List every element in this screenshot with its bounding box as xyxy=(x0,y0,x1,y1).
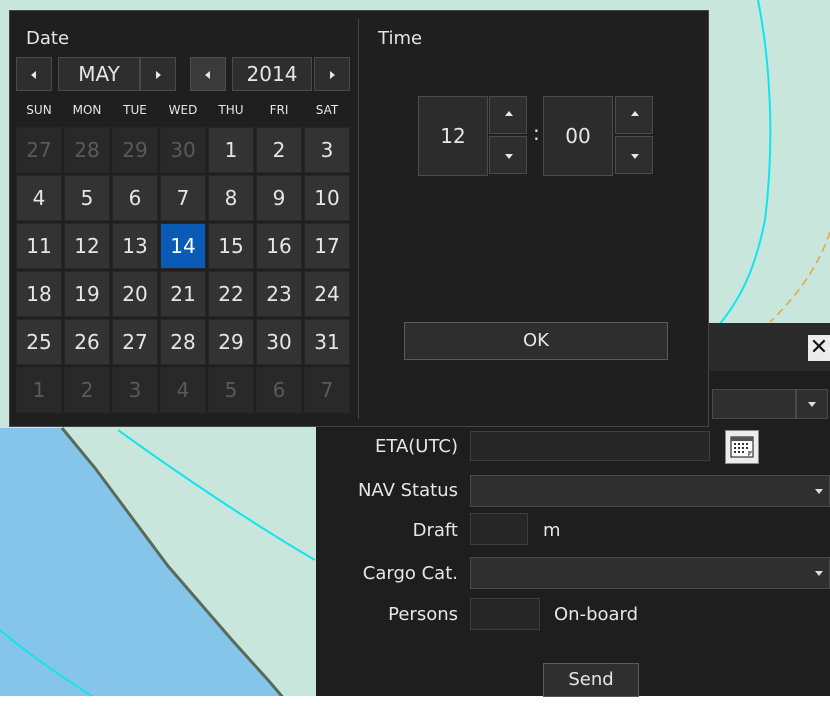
calendar-day[interactable]: 3 xyxy=(304,127,350,173)
arrow-up-icon xyxy=(505,111,513,116)
close-icon[interactable]: ✕ xyxy=(808,335,830,361)
calendar-day[interactable]: 17 xyxy=(304,223,350,269)
calendar-day-outside: 6 xyxy=(256,367,302,413)
draft-unit: m xyxy=(543,520,561,541)
date-title: Date xyxy=(26,28,70,49)
calendar-day-outside: 27 xyxy=(16,127,62,173)
calendar-day[interactable]: 19 xyxy=(64,271,110,317)
calendar-day[interactable]: 5 xyxy=(64,175,110,221)
cargo-cat-combo[interactable] xyxy=(470,557,830,589)
calendar-day[interactable]: 8 xyxy=(208,175,254,221)
calendar-day[interactable]: 4 xyxy=(16,175,62,221)
minute-down-button[interactable] xyxy=(615,136,653,174)
destination-dropdown-button[interactable] xyxy=(796,389,828,419)
weekday-thu: THU xyxy=(218,103,244,117)
calendar-day-outside: 7 xyxy=(304,367,350,413)
persons-unit: On-board xyxy=(554,604,639,625)
ok-button[interactable]: OK xyxy=(404,322,668,360)
arrow-right-icon xyxy=(156,71,161,79)
arrow-down-icon xyxy=(631,154,639,159)
calendar-day[interactable]: 6 xyxy=(112,175,158,221)
send-button[interactable]: Send xyxy=(543,663,639,697)
calendar-day[interactable]: 7 xyxy=(160,175,206,221)
calendar-day-outside: 4 xyxy=(160,367,206,413)
calendar-day[interactable]: 22 xyxy=(208,271,254,317)
year-value: 2014 xyxy=(232,57,312,91)
hour-value[interactable]: 12 xyxy=(418,96,488,176)
calendar-day[interactable]: 16 xyxy=(256,223,302,269)
nav-status-combo[interactable] xyxy=(470,475,830,507)
destination-combo[interactable] xyxy=(712,389,796,419)
calendar-day[interactable]: 27 xyxy=(112,319,158,365)
calendar-day-outside: 30 xyxy=(160,127,206,173)
calendar-day-outside: 29 xyxy=(112,127,158,173)
weekday-fri: FRI xyxy=(269,103,289,117)
calendar-day-outside: 28 xyxy=(64,127,110,173)
prev-year-button[interactable] xyxy=(190,57,226,91)
draft-label: Draft xyxy=(412,520,458,541)
prev-month-button[interactable] xyxy=(16,57,52,91)
window-bottom-edge xyxy=(0,696,830,708)
section-divider xyxy=(358,19,359,419)
calendar-day[interactable]: 20 xyxy=(112,271,158,317)
chevron-down-icon xyxy=(815,571,823,576)
calendar-day[interactable]: 9 xyxy=(256,175,302,221)
arrow-down-icon xyxy=(505,154,513,159)
chevron-down-icon xyxy=(808,402,816,407)
weekday-mon: MON xyxy=(72,103,102,117)
calendar-day[interactable]: 14 xyxy=(160,223,206,269)
calendar-day[interactable]: 25 xyxy=(16,319,62,365)
calendar-day[interactable]: 1 xyxy=(208,127,254,173)
calendar-day[interactable]: 2 xyxy=(256,127,302,173)
next-year-button[interactable] xyxy=(314,57,350,91)
persons-input[interactable] xyxy=(470,598,540,630)
hour-down-button[interactable] xyxy=(489,136,527,174)
minute-value[interactable]: 00 xyxy=(543,96,613,176)
date-time-picker: Date Time MAY 2014 12 : 00 OK SUN MON TUE W… xyxy=(9,10,709,427)
weekday-sat: SAT xyxy=(315,103,339,117)
weekday-tue: TUE xyxy=(123,103,147,117)
calendar-day[interactable]: 30 xyxy=(256,319,302,365)
month-value: MAY xyxy=(58,57,140,91)
arrow-left-icon xyxy=(205,71,210,79)
calendar-day[interactable]: 21 xyxy=(160,271,206,317)
minute-up-button[interactable] xyxy=(615,96,653,134)
time-title: Time xyxy=(378,28,423,49)
calendar-day[interactable]: 11 xyxy=(16,223,62,269)
nav-status-label: NAV Status xyxy=(357,480,458,501)
chevron-down-icon xyxy=(815,489,823,494)
weekday-sun: SUN xyxy=(26,103,52,117)
calendar-day[interactable]: 31 xyxy=(304,319,350,365)
calendar-day[interactable]: 10 xyxy=(304,175,350,221)
calendar-day-outside: 1 xyxy=(16,367,62,413)
draft-input[interactable] xyxy=(470,513,528,545)
calendar-glyph xyxy=(730,436,754,458)
calendar-day[interactable]: 13 xyxy=(112,223,158,269)
calendar-day[interactable]: 18 xyxy=(16,271,62,317)
calendar-day[interactable]: 23 xyxy=(256,271,302,317)
cargo-cat-label: Cargo Cat. xyxy=(362,563,458,584)
next-month-button[interactable] xyxy=(140,57,176,91)
time-separator: : xyxy=(533,121,540,145)
calendar-day-outside: 3 xyxy=(112,367,158,413)
weekday-wed: WED xyxy=(168,103,198,117)
calendar-day[interactable]: 28 xyxy=(160,319,206,365)
calendar-day[interactable]: 26 xyxy=(64,319,110,365)
calendar-day-outside: 5 xyxy=(208,367,254,413)
hour-up-button[interactable] xyxy=(489,96,527,134)
calendar-day[interactable]: 29 xyxy=(208,319,254,365)
arrow-left-icon xyxy=(31,71,36,79)
calendar-icon[interactable] xyxy=(725,430,759,464)
eta-input[interactable] xyxy=(470,431,710,461)
calendar-day[interactable]: 15 xyxy=(208,223,254,269)
arrow-right-icon xyxy=(330,71,335,79)
calendar-day-outside: 2 xyxy=(64,367,110,413)
persons-label: Persons xyxy=(388,604,458,625)
calendar-day[interactable]: 24 xyxy=(304,271,350,317)
eta-label: ETA(UTC) xyxy=(374,436,458,457)
calendar-day[interactable]: 12 xyxy=(64,223,110,269)
arrow-up-icon xyxy=(631,111,639,116)
